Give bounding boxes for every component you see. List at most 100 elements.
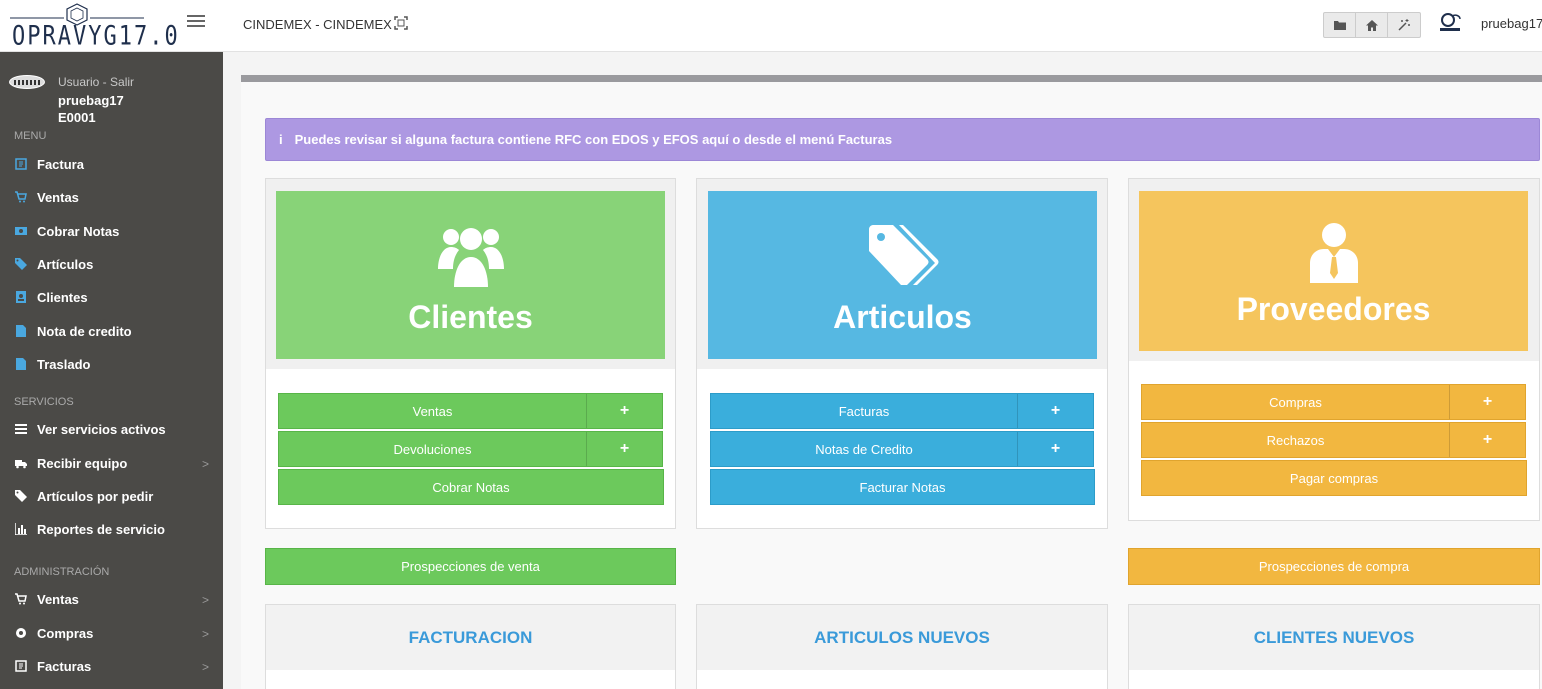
- sidebar-item-factura[interactable]: Factura: [0, 150, 223, 178]
- section-title-menu: MENU: [14, 130, 47, 142]
- file-icon: [15, 358, 27, 370]
- notas-credito-button[interactable]: Notas de Credito: [711, 432, 1017, 466]
- home-icon: [1365, 19, 1378, 31]
- list-icon: [15, 423, 27, 435]
- panel-clientes-nuevos: CLIENTES NUEVOS: [1128, 604, 1540, 689]
- businessman-icon: [1309, 223, 1358, 283]
- prospecciones-venta-button[interactable]: Prospecciones de venta: [265, 548, 676, 585]
- sidebar-item-admin-facturas[interactable]: Facturas >: [0, 652, 223, 680]
- sidebar-item-articulos-pedir[interactable]: Artículos por pedir: [0, 482, 223, 510]
- tile-articulos[interactable]: Articulos: [708, 191, 1097, 359]
- notas-credito-button-row[interactable]: Notas de Credito +: [710, 431, 1094, 467]
- sidebar-item-label: Artículos: [37, 256, 94, 272]
- bar-chart-icon: [15, 523, 27, 535]
- money-icon: [15, 225, 27, 237]
- sidebar-item-label: Nota de credito: [37, 323, 132, 339]
- rechazos-button-row[interactable]: Rechazos +: [1141, 422, 1526, 458]
- facturar-notas-button[interactable]: Facturar Notas: [710, 469, 1095, 505]
- top-user-name[interactable]: pruebag17: [1481, 16, 1542, 31]
- menu-toggle-icon[interactable]: [187, 15, 205, 29]
- compras-button[interactable]: Compras: [1142, 385, 1449, 419]
- sidebar-item-traslado[interactable]: Traslado: [0, 350, 223, 378]
- magic-button[interactable]: [1388, 13, 1420, 37]
- sidebar-item-label: Recibir equipo: [37, 455, 128, 471]
- content-header-strip: [241, 75, 1542, 82]
- logo-text: OPRAVYG17.0: [12, 21, 180, 52]
- app-logo[interactable]: OPRAVYG17.0: [10, 2, 178, 52]
- sidebar-item-recibir-equipo[interactable]: Recibir equipo >: [0, 449, 223, 477]
- truck-icon: [15, 457, 27, 469]
- main-content: i Puedes revisar si alguna factura conti…: [241, 75, 1542, 689]
- sidebar-item-label: Cobrar Notas: [37, 223, 120, 239]
- home-button[interactable]: [1356, 13, 1388, 37]
- sidebar-item-clientes[interactable]: Clientes: [0, 283, 223, 311]
- facturas-button[interactable]: Facturas: [711, 394, 1017, 428]
- tags-icon: [868, 225, 938, 285]
- sidebar-item-cobrar-notas[interactable]: Cobrar Notas: [0, 217, 223, 245]
- section-title-servicios: SERVICIOS: [14, 396, 74, 408]
- info-alert[interactable]: i Puedes revisar si alguna factura conti…: [265, 118, 1540, 161]
- pagar-compras-button[interactable]: Pagar compras: [1141, 460, 1527, 496]
- fullscreen-icon[interactable]: [394, 16, 408, 30]
- sidebar-item-articulos[interactable]: Artículos: [0, 250, 223, 278]
- sidebar-item-ver-servicios[interactable]: Ver servicios activos: [0, 415, 223, 443]
- tile-clientes[interactable]: Clientes: [276, 191, 665, 359]
- avatar: [9, 75, 45, 89]
- sidebar-item-admin-compras[interactable]: Compras >: [0, 619, 223, 647]
- panel-title: FACTURACION: [266, 605, 675, 670]
- sidebar: Usuario - Salir pruebag17 E0001 MENU Fac…: [0, 52, 223, 689]
- invoice-icon: [15, 660, 27, 672]
- add-compra-button[interactable]: +: [1449, 385, 1525, 419]
- tile-title: Proveedores: [1236, 291, 1431, 327]
- sidebar-item-nota-credito[interactable]: Nota de credito: [0, 317, 223, 345]
- address-book-icon: [15, 291, 27, 303]
- rechazos-button[interactable]: Rechazos: [1142, 423, 1449, 457]
- add-devolucion-button[interactable]: +: [586, 432, 662, 466]
- sidebar-item-label: Facturas: [37, 658, 92, 674]
- tile-title: Articulos: [833, 299, 972, 335]
- info-icon: i: [279, 132, 283, 147]
- cart-icon: [15, 191, 27, 203]
- brand-mini-logo: [1438, 12, 1464, 34]
- add-nota-credito-button[interactable]: +: [1017, 432, 1093, 466]
- ventas-button-row[interactable]: Ventas +: [278, 393, 663, 429]
- user-logout-link[interactable]: Usuario - Salir: [58, 75, 134, 89]
- devoluciones-button[interactable]: Devoluciones: [279, 432, 586, 466]
- panel-articulos: Articulos Facturas + Notas de Credito + …: [696, 178, 1108, 529]
- prospecciones-compra-button[interactable]: Prospecciones de compra: [1128, 548, 1540, 585]
- magic-wand-icon: [1398, 19, 1410, 31]
- section-title-administracion: ADMINISTRACIÓN: [14, 566, 110, 578]
- chevron-right-icon: >: [201, 627, 209, 641]
- chevron-right-icon: >: [201, 593, 209, 607]
- sidebar-item-label: Ventas: [37, 189, 79, 205]
- sidebar-item-ventas[interactable]: Ventas: [0, 183, 223, 211]
- sidebar-item-label: Artículos por pedir: [37, 488, 154, 504]
- sidebar-item-label: Ventas: [37, 591, 79, 607]
- panel-proveedores: Proveedores Compras + Rechazos + Pagar c…: [1128, 178, 1540, 521]
- sidebar-item-label: Factura: [37, 156, 84, 172]
- sidebar-item-admin-ventas[interactable]: Ventas >: [0, 585, 223, 613]
- sidebar-item-label: Compras: [37, 625, 94, 641]
- users-icon: [437, 228, 504, 287]
- add-venta-button[interactable]: +: [586, 394, 662, 428]
- tile-proveedores[interactable]: Proveedores: [1139, 191, 1528, 351]
- ventas-button[interactable]: Ventas: [279, 394, 586, 428]
- folder-button[interactable]: [1324, 13, 1356, 37]
- tag-icon: [15, 258, 27, 270]
- sidebar-item-label: Clientes: [37, 289, 88, 305]
- tags-icon: [15, 490, 27, 502]
- panel-title: CLIENTES NUEVOS: [1129, 605, 1539, 670]
- tile-title: Clientes: [408, 299, 533, 335]
- alert-text: Puedes revisar si alguna factura contien…: [294, 132, 893, 147]
- compras-button-row[interactable]: Compras +: [1141, 384, 1526, 420]
- cart-icon: [15, 593, 27, 605]
- chevron-right-icon: >: [201, 660, 209, 674]
- add-factura-button[interactable]: +: [1017, 394, 1093, 428]
- cobrar-notas-button[interactable]: Cobrar Notas: [278, 469, 664, 505]
- add-rechazo-button[interactable]: +: [1449, 423, 1525, 457]
- file-icon: [15, 325, 27, 337]
- devoluciones-button-row[interactable]: Devoluciones +: [278, 431, 663, 467]
- invoice-icon: [15, 158, 27, 170]
- facturas-button-row[interactable]: Facturas +: [710, 393, 1094, 429]
- sidebar-item-reportes[interactable]: Reportes de servicio: [0, 515, 223, 543]
